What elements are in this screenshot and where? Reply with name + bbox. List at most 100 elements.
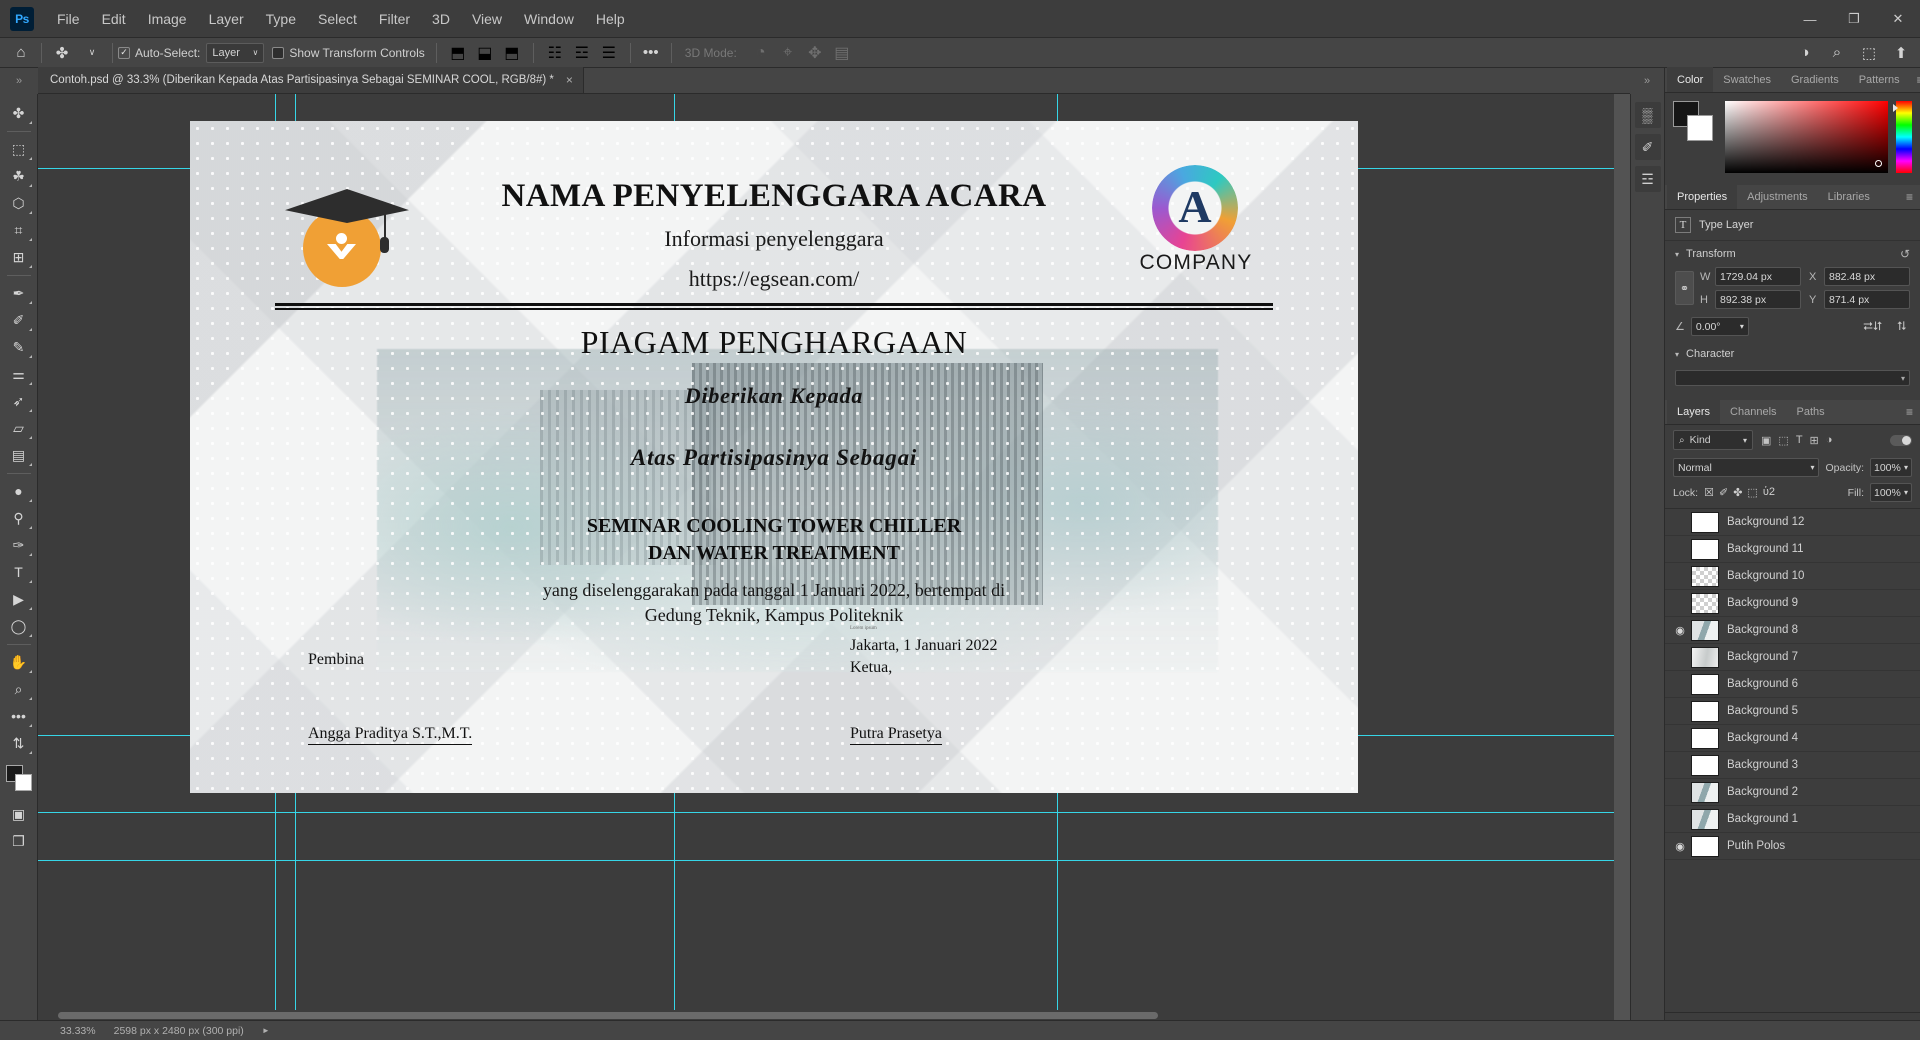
menu-view[interactable]: View bbox=[461, 0, 513, 38]
layer-list[interactable]: Background 12 Background 11 Background 10 B… bbox=[1665, 508, 1920, 1012]
angle-value[interactable]: 0.00° ▾ bbox=[1690, 317, 1749, 336]
tab-patterns[interactable]: Patterns bbox=[1849, 67, 1910, 92]
clone-stamp-tool[interactable]: ⚌ bbox=[4, 361, 34, 387]
show-transform-controls-checkbox[interactable]: Show Transform Controls bbox=[272, 46, 425, 60]
paragraph-panel-icon[interactable]: ☲ bbox=[1634, 166, 1661, 192]
align-button-1[interactable]: ⬓ bbox=[472, 41, 498, 65]
move-tool-icon[interactable]: ✤ bbox=[47, 39, 77, 67]
menu-select[interactable]: Select bbox=[307, 0, 368, 38]
scrollbar-thumb[interactable] bbox=[58, 1012, 1158, 1019]
table-row[interactable]: ◉ Putih Polos bbox=[1665, 833, 1920, 860]
hand-tool[interactable]: ✋ bbox=[4, 649, 34, 675]
actions-panel-icon[interactable]: ✐ bbox=[1634, 134, 1661, 160]
lock-artboard-icon[interactable]: ⬚ bbox=[1747, 486, 1757, 499]
table-row[interactable]: Background 11 bbox=[1665, 536, 1920, 563]
color-field[interactable] bbox=[1725, 101, 1888, 173]
distribute-button-0[interactable]: ☷ bbox=[542, 41, 568, 65]
menu-file[interactable]: File bbox=[46, 0, 91, 38]
character-font-dropdown[interactable]: ▾ bbox=[1675, 370, 1910, 386]
brush-tool[interactable]: ✎ bbox=[4, 334, 34, 360]
hue-slider[interactable] bbox=[1893, 101, 1912, 173]
y-field[interactable]: Y 871.4 px bbox=[1809, 290, 1910, 309]
document-tab[interactable]: Contoh.psd @ 33.3% (Diberikan Kepada Ata… bbox=[38, 67, 584, 93]
maximize-button[interactable]: ❐ bbox=[1832, 0, 1876, 38]
distribute-button-1[interactable]: ☲ bbox=[569, 41, 595, 65]
tab-properties[interactable]: Properties bbox=[1667, 184, 1738, 209]
table-row[interactable]: Background 10 bbox=[1665, 563, 1920, 590]
layer-visibility-icon[interactable]: ◉ bbox=[1669, 840, 1691, 853]
table-row[interactable]: ◉ Background 8 bbox=[1665, 617, 1920, 644]
layer-visibility-icon[interactable]: ◉ bbox=[1669, 624, 1691, 637]
tab-gradients[interactable]: Gradients bbox=[1781, 67, 1849, 92]
menu-layer[interactable]: Layer bbox=[198, 0, 255, 38]
collapse-panels-chevron-icon[interactable]: » bbox=[0, 68, 38, 94]
canvas-horizontal-scrollbar[interactable] bbox=[38, 1010, 1614, 1020]
tab-libraries[interactable]: Libraries bbox=[1818, 184, 1880, 209]
frame-tool[interactable]: ⊞ bbox=[4, 244, 34, 270]
tab-paths[interactable]: Paths bbox=[1787, 399, 1835, 424]
lasso-tool[interactable]: ☘ bbox=[4, 163, 34, 189]
close-icon[interactable]: × bbox=[564, 73, 575, 87]
filter-toggle-switch[interactable] bbox=[1890, 434, 1912, 446]
table-row[interactable]: Background 2 bbox=[1665, 779, 1920, 806]
tab-swatches[interactable]: Swatches bbox=[1713, 67, 1781, 92]
share-icon[interactable]: ◑ bbox=[1790, 39, 1820, 67]
menu-3d[interactable]: 3D bbox=[421, 0, 461, 38]
history-panel-icon[interactable]: ▒ bbox=[1634, 102, 1661, 128]
publish-icon[interactable]: ⬆ bbox=[1886, 39, 1916, 67]
distribute-button-2[interactable]: ☰ bbox=[596, 41, 622, 65]
quick-mask-icon[interactable]: ▣ bbox=[4, 801, 34, 827]
workspace-icon[interactable]: ⬚ bbox=[1854, 39, 1884, 67]
certificate-document[interactable]: NAMA PENYELENGGARA ACARA Informasi penye… bbox=[190, 121, 1358, 793]
pen-tool[interactable]: ✑ bbox=[4, 532, 34, 558]
y-value[interactable]: 871.4 px bbox=[1824, 290, 1910, 309]
zoom-level[interactable]: 33.33% bbox=[60, 1025, 96, 1037]
ellipse-tool[interactable]: ◯ bbox=[4, 613, 34, 639]
lock-transparent-pixels-icon[interactable]: ☒ bbox=[1704, 486, 1714, 499]
tab-menu-icon[interactable]: ≡ bbox=[1899, 399, 1920, 424]
crop-tool[interactable]: ⌗ bbox=[4, 217, 34, 243]
table-row[interactable]: Background 5 bbox=[1665, 698, 1920, 725]
align-button-2[interactable]: ⬒ bbox=[499, 41, 525, 65]
color-swatches[interactable] bbox=[4, 763, 34, 793]
layer-kind-filter[interactable]: ⌕ Kind ▾ bbox=[1673, 430, 1753, 450]
table-row[interactable]: Background 3 bbox=[1665, 752, 1920, 779]
blend-mode-dropdown[interactable]: Normal ▾ bbox=[1673, 458, 1820, 477]
history-brush-tool[interactable]: ➶ bbox=[4, 388, 34, 414]
tab-color[interactable]: Color bbox=[1667, 67, 1714, 92]
table-row[interactable]: Background 6 bbox=[1665, 671, 1920, 698]
status-chevron-icon[interactable]: ► bbox=[262, 1026, 270, 1035]
menu-window[interactable]: Window bbox=[513, 0, 585, 38]
gradient-tool[interactable]: ▤ bbox=[4, 442, 34, 468]
home-icon[interactable]: ⌂ bbox=[6, 39, 36, 67]
layer-filter-icon-2[interactable]: T bbox=[1793, 434, 1806, 447]
more-options-icon[interactable]: ••• bbox=[636, 39, 666, 67]
lock-image-pixels-icon[interactable]: ✐ bbox=[1719, 486, 1728, 499]
object-selection-tool[interactable]: ⬡ bbox=[4, 190, 34, 216]
more-tools[interactable]: ••• bbox=[4, 703, 34, 729]
menu-edit[interactable]: Edit bbox=[91, 0, 137, 38]
width-field[interactable]: W 1729.04 px bbox=[1700, 267, 1801, 286]
lock-all-icon[interactable]: ὑ2 bbox=[1763, 486, 1775, 499]
layer-filter-icon-0[interactable]: ▣ bbox=[1758, 434, 1774, 447]
screen-mode-icon[interactable]: ❐ bbox=[4, 828, 34, 854]
table-row[interactable]: Background 12 bbox=[1665, 509, 1920, 536]
marquee-tool[interactable]: ⬚ bbox=[4, 136, 34, 162]
lock-position-icon[interactable]: ✤ bbox=[1733, 486, 1742, 499]
minimize-button[interactable]: — bbox=[1788, 0, 1832, 38]
table-row[interactable]: Background 1 bbox=[1665, 806, 1920, 833]
blur-tool[interactable]: ● bbox=[4, 478, 34, 504]
menu-image[interactable]: Image bbox=[137, 0, 198, 38]
flip-vertical-icon[interactable]: ⮁ bbox=[1892, 319, 1910, 334]
edit-toolbar[interactable]: ⇅ bbox=[4, 730, 34, 756]
reset-transform-icon[interactable]: ↺ bbox=[1900, 247, 1910, 261]
path-selection-tool[interactable]: ▶ bbox=[4, 586, 34, 612]
dock-expand-chevron-icon[interactable]: » bbox=[1630, 68, 1664, 94]
zoom-tool[interactable]: ⌕ bbox=[4, 676, 34, 702]
link-dimensions-icon[interactable]: ⚭ bbox=[1675, 271, 1694, 305]
transform-section-header[interactable]: ▾ Transform ↺ bbox=[1665, 241, 1920, 267]
color-background-swatch[interactable] bbox=[1687, 115, 1713, 141]
menu-help[interactable]: Help bbox=[585, 0, 636, 38]
eyedropper-tool[interactable]: ✒ bbox=[4, 280, 34, 306]
canvas-area[interactable]: NAMA PENYELENGGARA ACARA Informasi penye… bbox=[38, 94, 1614, 1020]
